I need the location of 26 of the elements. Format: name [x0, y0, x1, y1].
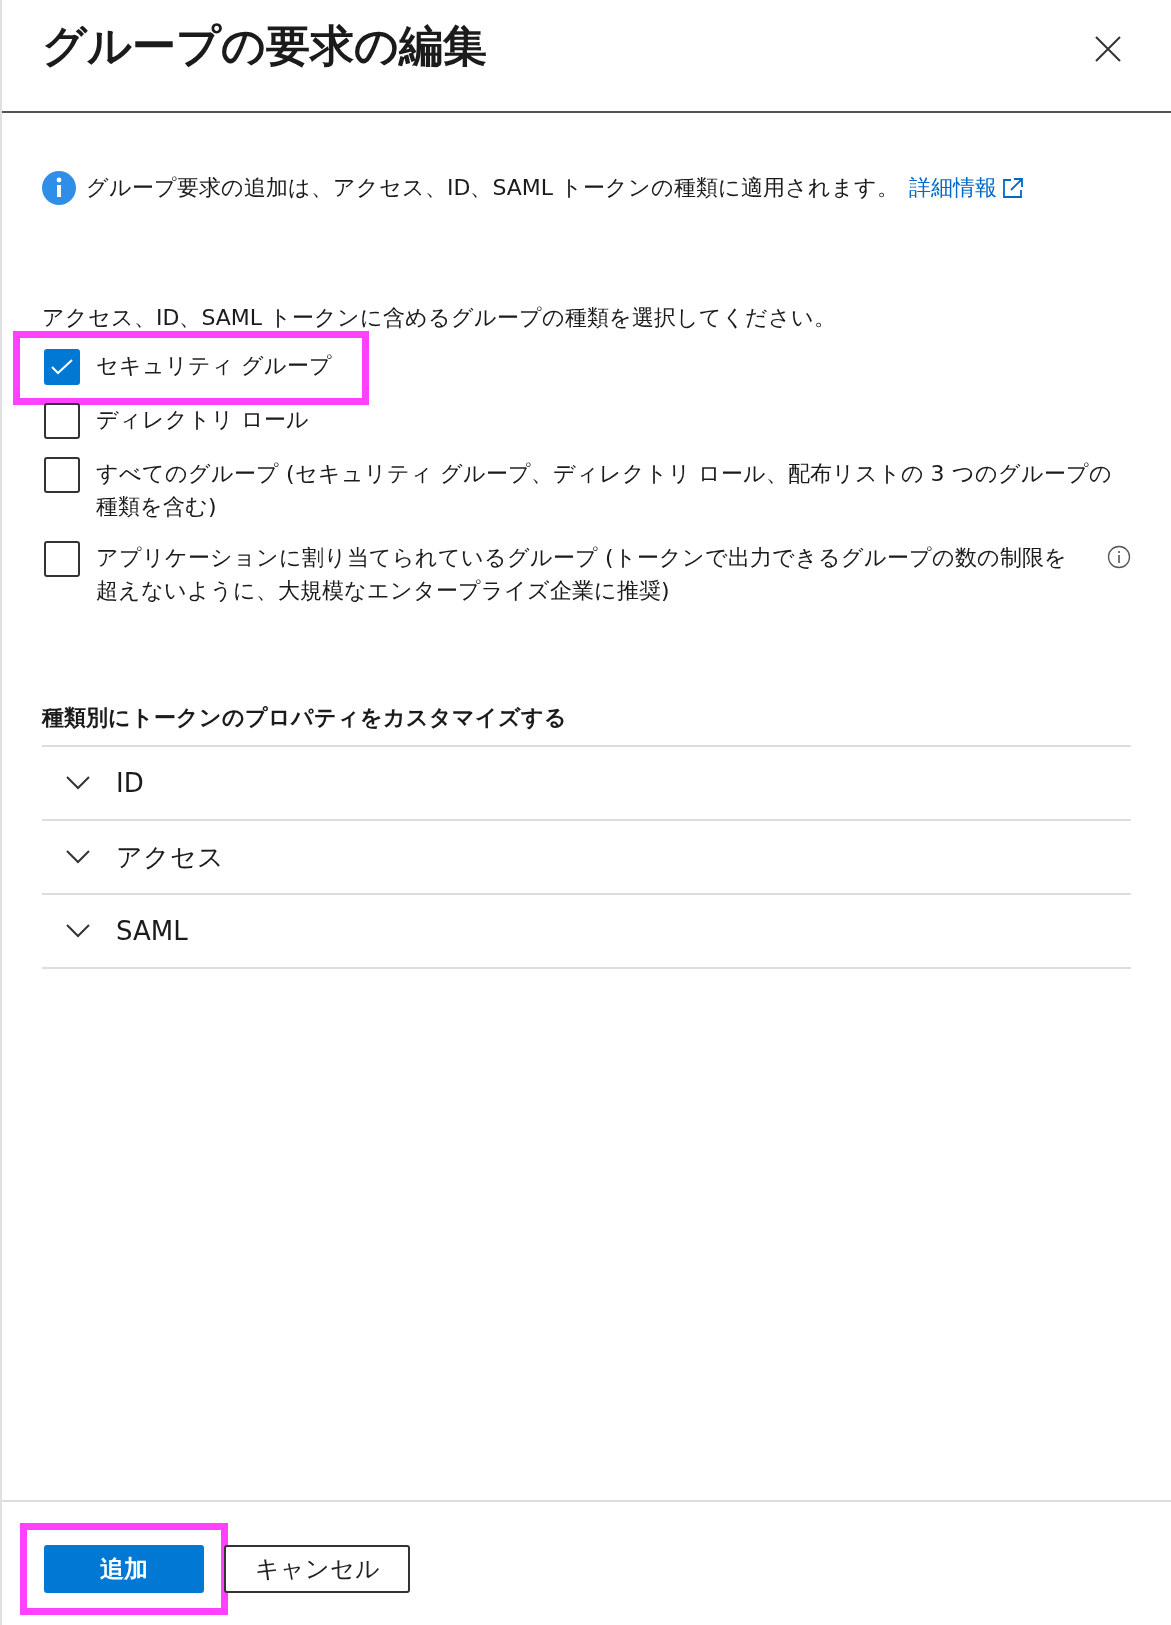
checkbox-label: ディレクトリ ロール — [96, 406, 310, 434]
checkbox[interactable] — [44, 349, 80, 385]
accordion-header[interactable]: アクセス — [42, 821, 1131, 895]
section-heading: 種類別にトークンのプロパティをカスタマイズする — [42, 703, 1131, 747]
checkbox[interactable] — [44, 457, 80, 493]
checkbox[interactable] — [44, 541, 80, 577]
learn-more-link[interactable]: 詳細情報 — [909, 173, 1026, 203]
external-link-icon — [1001, 176, 1026, 200]
add-button[interactable]: 追加 — [44, 1545, 204, 1593]
cancel-button[interactable]: キャンセル — [224, 1545, 410, 1593]
checkbox-label: アプリケーションに割り当てられているグループ (トークンで出力できるグループの数の制限を超えないように、大規模なエンタープライズ企業に推奨) — [96, 544, 1068, 605]
checkmark-icon — [51, 359, 73, 375]
panel-title: グループの要求の編集 — [42, 19, 487, 73]
info-text: グループ要求の追加は、アクセス、ID、SAML トークンの種類に適用されます。 — [86, 174, 900, 202]
close-button[interactable] — [1095, 36, 1121, 62]
group-type-prompt: アクセス、ID、SAML トークンに含めるグループの種類を選択してください。 — [42, 304, 838, 332]
checkbox[interactable] — [44, 403, 80, 439]
checkbox-label: セキュリティ グループ — [96, 352, 333, 380]
info-icon — [42, 171, 76, 205]
chevron-icon — [66, 850, 90, 864]
info-icon[interactable] — [1107, 545, 1131, 569]
chevron-icon — [66, 776, 90, 790]
chevron-icon — [66, 924, 90, 938]
checkbox-label: すべてのグループ (セキュリティ グループ、ディレクトリ ロール、配布リストの 3 つのグループの種類を含む) — [96, 460, 1113, 521]
accordion-header[interactable]: ID — [42, 747, 1131, 821]
accordion-header[interactable]: SAML — [42, 895, 1131, 969]
